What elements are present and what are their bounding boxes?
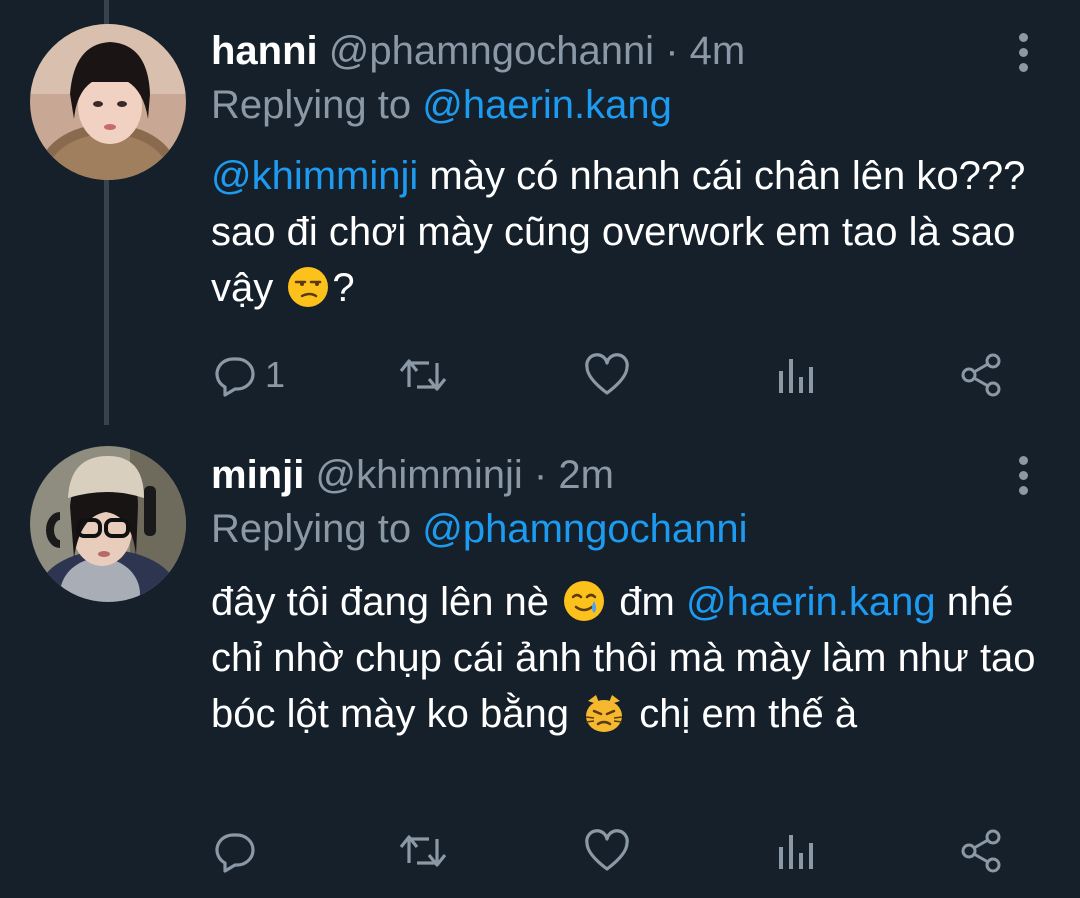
avatar-minji[interactable] <box>30 446 186 602</box>
replying-label: Replying to <box>211 83 412 127</box>
reply-button[interactable]: 1 <box>213 350 285 400</box>
reply-icon <box>215 357 255 397</box>
pouting-cat-face-icon <box>586 695 623 732</box>
share-icon <box>961 353 1001 397</box>
analytics-icon <box>779 359 813 393</box>
avatar-hanni[interactable] <box>30 24 186 180</box>
user-handle[interactable]: @khimminji <box>315 453 522 497</box>
timestamp[interactable]: 2m <box>558 453 614 497</box>
avatar-image <box>30 24 186 180</box>
like-button[interactable] <box>583 350 631 400</box>
tweet-header: hanni @phamngochanni · 4m <box>211 26 1000 76</box>
separator-dot: · <box>533 453 548 497</box>
analytics-icon <box>779 835 813 869</box>
smiling-face-with-tear-icon <box>564 581 605 621</box>
share-icon <box>961 829 1001 873</box>
text-segment: đm <box>608 580 686 624</box>
tweet-hanni[interactable]: hanni @phamngochanni · 4m Replying to @h… <box>0 0 1080 420</box>
tweet-header: minji @khimminji · 2m <box>211 450 1000 500</box>
retweet-icon <box>399 835 447 867</box>
tweet-minji[interactable]: minji @khimminji · 2m Replying to @phamn… <box>0 420 1080 898</box>
replying-mention[interactable]: @haerin.kang <box>422 83 672 127</box>
more-vertical-icon[interactable] <box>1016 456 1030 496</box>
retweet-button[interactable] <box>397 350 449 400</box>
retweet-button[interactable] <box>397 826 449 876</box>
like-icon <box>585 353 629 395</box>
analytics-button[interactable] <box>775 350 815 400</box>
timestamp[interactable]: 4m <box>690 29 746 73</box>
replying-mention[interactable]: @phamngochanni <box>422 507 747 551</box>
like-icon <box>585 829 629 871</box>
display-name[interactable]: minji <box>211 453 304 497</box>
unamused-face-icon <box>288 267 329 307</box>
reply-button[interactable] <box>213 826 265 876</box>
mention-link[interactable]: @khimminji <box>211 154 418 198</box>
replying-to: Replying to @haerin.kang <box>211 80 672 130</box>
text-segment: ? <box>332 266 355 310</box>
more-vertical-icon[interactable] <box>1016 33 1030 73</box>
avatar-image <box>30 446 186 602</box>
retweet-icon <box>399 359 447 391</box>
action-bar <box>211 826 1010 876</box>
tweet-text: đây tôi đang lên nè đm @haerin.kang nhé … <box>211 574 1051 742</box>
reply-icon <box>215 833 255 873</box>
user-handle[interactable]: @phamngochanni <box>329 29 654 73</box>
analytics-button[interactable] <box>775 826 815 876</box>
reply-count: 1 <box>265 354 286 395</box>
text-segment: chị em thế à <box>628 692 858 736</box>
action-bar: 1 <box>211 350 1010 400</box>
separator-dot: · <box>665 29 679 73</box>
share-button[interactable] <box>959 350 1003 400</box>
share-button[interactable] <box>959 826 1003 876</box>
like-button[interactable] <box>583 826 631 876</box>
replying-to: Replying to @phamngochanni <box>211 504 748 554</box>
replying-label: Replying to <box>211 507 412 551</box>
mention-link[interactable]: @haerin.kang <box>686 580 936 624</box>
display-name[interactable]: hanni <box>211 29 318 73</box>
text-segment: đây tôi đang lên nè <box>211 580 561 624</box>
tweet-text: @khimminji mày có nhanh cái chân lên ko?… <box>211 148 1051 316</box>
